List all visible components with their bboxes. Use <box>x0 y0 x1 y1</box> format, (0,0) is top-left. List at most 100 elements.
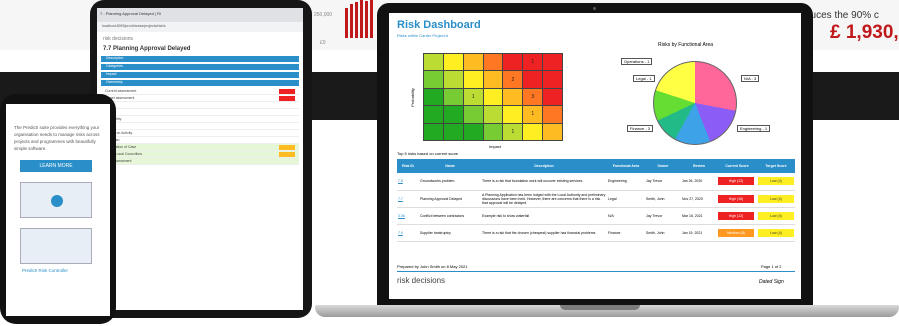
risk-name: Planning Approval Delayed <box>419 190 481 208</box>
section-bar[interactable]: Impact <box>101 72 299 78</box>
heatmap-cell[interactable] <box>483 123 503 140</box>
risk-id-link[interactable]: 7.8 <box>397 173 419 191</box>
tablet-detail-row[interactable]: Risk plan <box>101 137 299 144</box>
heatmap-cell[interactable] <box>503 106 523 123</box>
heatmap-cell[interactable] <box>463 54 483 71</box>
pie-label: Finance - 3 <box>627 125 654 132</box>
tablet-detail-rows: Current assessment Target assessmentOwner… <box>97 88 303 165</box>
tablet-detail-row[interactable]: Date <box>101 109 299 116</box>
table-row[interactable]: 3.06 Conflict between contractors Example … <box>397 207 795 225</box>
risk-id-link[interactable]: 7.9 <box>397 224 419 242</box>
score-cell: Low (4) <box>757 190 795 208</box>
tablet-detail-row[interactable]: Target assessment <box>101 95 299 102</box>
heatmap-x-label: Impact <box>489 144 502 149</box>
heatmap-cell[interactable] <box>483 88 503 106</box>
section-bar[interactable]: Ownership <box>101 80 299 86</box>
heatmap-cell[interactable] <box>424 123 443 140</box>
heatmap-cell[interactable] <box>443 106 463 123</box>
heatmap-cell[interactable] <box>543 106 562 123</box>
risk-owner: Smith, John <box>645 224 681 242</box>
heatmap-cell[interactable] <box>483 71 503 88</box>
section-bar[interactable]: Categories <box>101 64 299 70</box>
tablet-detail-row[interactable]: Preparation of Case <box>101 144 299 151</box>
score-tag <box>279 151 295 157</box>
tablet-detail-row[interactable]: Current assessment <box>101 88 299 95</box>
risk-area: Finance <box>607 224 645 242</box>
current-score-badge: High (16) <box>718 194 754 203</box>
risk-area: N/A <box>607 207 645 225</box>
risk-decisions-logo: risk decisions <box>397 276 446 285</box>
risk-desc: There is a risk that foundation work wil… <box>481 173 607 191</box>
tablet-detail-row[interactable]: Impact on Activity <box>101 130 299 137</box>
heatmap-cell[interactable] <box>443 123 463 140</box>
heatmap-cell[interactable]: 2 <box>503 71 523 88</box>
current-score-badge: High (12) <box>718 211 754 220</box>
risk-id-link[interactable]: 3.06 <box>397 207 419 225</box>
score-cell: Medium (8) <box>717 224 757 242</box>
current-score-badge: Medium (8) <box>718 228 754 237</box>
background-axis-label: £0 <box>320 40 326 46</box>
heatmap-cell[interactable] <box>543 88 562 106</box>
product-caption[interactable]: Predict! Risk Controller <box>6 268 110 273</box>
browser-tab[interactable]: 7 - Planning Approval Delayed | Ri <box>97 8 303 22</box>
risk-desc: A Planning Application has been lodged w… <box>481 190 607 208</box>
heatmap-cell[interactable] <box>463 71 483 88</box>
tablet-detail-row[interactable]: Cost <box>101 123 299 130</box>
learn-more-button[interactable]: LEARN MORE <box>20 160 92 172</box>
heatmap-y-label: Probability <box>409 88 415 107</box>
heatmap-cell[interactable] <box>424 71 443 88</box>
heatmap-cell[interactable] <box>463 106 483 123</box>
heatmap-cell[interactable] <box>424 106 443 123</box>
risk-area: Legal <box>607 190 645 208</box>
tablet-detail-row[interactable]: Lobby Local Councillors <box>101 151 299 158</box>
heatmap-cell[interactable] <box>523 71 543 88</box>
score-cell: Low (4) <box>757 207 795 225</box>
heatmap-cell[interactable] <box>483 54 503 71</box>
tablet-detail-row[interactable]: Owner <box>101 102 299 109</box>
tablet-screen: 7 - Planning Approval Delayed | Ri local… <box>97 8 303 310</box>
heatmap-cell[interactable] <box>443 88 463 106</box>
heatmap-cell[interactable] <box>543 54 562 71</box>
target-score-badge: Low (4) <box>758 194 794 203</box>
heatmap-cell[interactable] <box>424 88 443 106</box>
heatmap-cell[interactable] <box>463 123 483 140</box>
table-row[interactable]: 7.9 Supplier bankruptcy There is a risk th… <box>397 224 795 242</box>
heatmap-cell[interactable] <box>483 106 503 123</box>
pie-label: Legal - 1 <box>633 75 655 82</box>
address-bar[interactable]: localhost:8093/pro/#/areas/projects/risk… <box>97 22 303 32</box>
background-axis-label: 250,000 <box>314 12 333 18</box>
heatmap-cell[interactable] <box>523 123 543 140</box>
table-row[interactable]: 7.8 Groundworks problem There is a risk th… <box>397 173 795 191</box>
heatmap-cell[interactable]: 1 <box>523 106 543 123</box>
heatmap-cell[interactable]: 1 <box>503 123 523 140</box>
heatmap-cell[interactable] <box>443 54 463 71</box>
section-bar[interactable]: Description <box>101 56 299 62</box>
column-header: Current Score <box>717 159 757 173</box>
heatmap-cell[interactable] <box>543 71 562 88</box>
functional-area-pie <box>653 61 737 145</box>
heatmap-cell[interactable] <box>503 54 523 71</box>
play-icon[interactable] <box>51 195 63 207</box>
risk-name: Conflict between contractors <box>419 207 481 225</box>
heatmap-cell[interactable]: 1 <box>463 88 483 106</box>
risk-desc: Example risk to show waterfall <box>481 207 607 225</box>
heatmap-cell[interactable]: 3 <box>523 88 543 106</box>
page-number: Page 1 of 2 <box>761 264 782 269</box>
score-tag <box>279 144 295 150</box>
tablet-detail-row[interactable]: Risk assessment <box>101 158 299 165</box>
pie-label: Operations - 1 <box>621 58 653 65</box>
current-score-badge: High (12) <box>718 177 754 186</box>
video-thumbnail[interactable] <box>20 182 92 218</box>
risk-review: Jan 19, 2021 <box>681 224 717 242</box>
risk-title: 7.7 Planning Approval Delayed <box>103 46 191 52</box>
column-header: Description <box>481 159 607 173</box>
heatmap-cell[interactable] <box>443 71 463 88</box>
risk-id-link[interactable]: 7.7 <box>397 190 419 208</box>
heatmap-cell[interactable] <box>424 54 443 71</box>
dashboard-subtitle-link[interactable]: Risks within Canter Project A <box>397 33 448 38</box>
tablet-detail-row[interactable]: Probability <box>101 116 299 123</box>
heatmap-cell[interactable] <box>543 123 562 140</box>
heatmap-cell[interactable] <box>503 88 523 106</box>
table-row[interactable]: 7.7 Planning Approval Delayed A Planning A… <box>397 190 795 208</box>
heatmap-cell[interactable]: 1 <box>523 54 543 71</box>
